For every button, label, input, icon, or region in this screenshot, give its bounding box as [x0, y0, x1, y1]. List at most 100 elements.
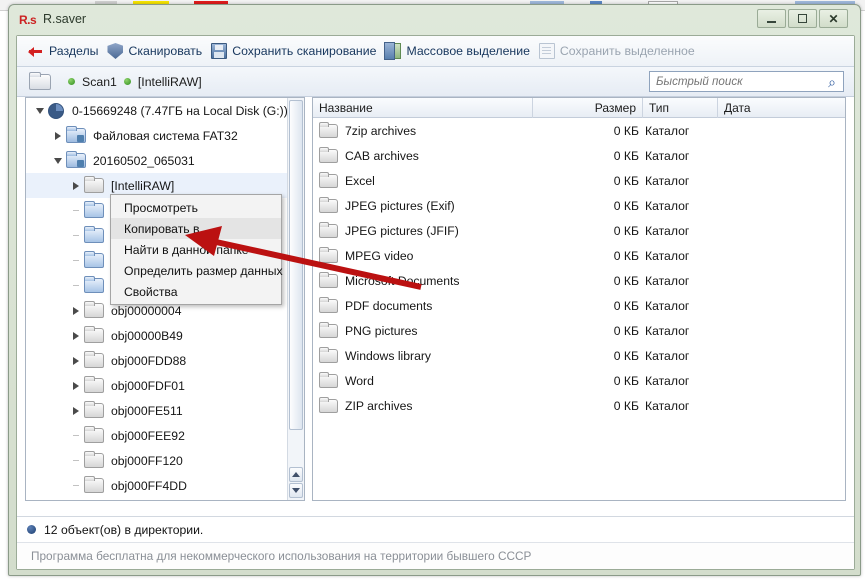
table-row[interactable]: CAB archives0 КБКаталог: [313, 143, 845, 168]
table-row[interactable]: Excel0 КБКаталог: [313, 168, 845, 193]
toolbar-button-0[interactable]: Разделы: [26, 39, 105, 63]
main-toolbar: Разделы СканироватьСохранить сканирование…: [17, 36, 854, 67]
tree-scrollbar-thumb[interactable]: [289, 100, 303, 430]
search-icon[interactable]: ⌕: [821, 75, 843, 89]
cell-size: 0 КБ: [533, 349, 643, 363]
breadcrumb-item-0[interactable]: Scan1: [82, 75, 117, 89]
tree-item[interactable]: obj000FEE92: [26, 423, 288, 448]
context-menu[interactable]: ПросмотретьКопировать в...Найти в данной…: [110, 194, 282, 305]
table-row[interactable]: Word0 КБКаталог: [313, 368, 845, 393]
tree-item-label: obj000FDD88: [111, 354, 186, 368]
status-indicator-icon: [27, 525, 36, 534]
breadcrumb-item-1[interactable]: [IntelliRAW]: [138, 75, 202, 89]
cell-name: Excel: [313, 174, 533, 188]
toolbar-button-label: Разделы: [49, 44, 98, 58]
table-row[interactable]: ZIP archives0 КБКаталог: [313, 393, 845, 418]
file-name: MPEG video: [345, 249, 413, 263]
chevron-down-icon[interactable]: [32, 98, 48, 123]
toolbar-button-3[interactable]: Массовое выделение: [383, 39, 536, 63]
footer-bar: Программа бесплатна для некоммерческого …: [17, 542, 854, 569]
tree-leaf-marker: [68, 248, 84, 273]
tree-item[interactable]: obj00000B49: [26, 323, 288, 348]
window-title: R.saver: [43, 12, 86, 26]
cell-type: Каталог: [643, 149, 718, 163]
tree-item-label: 20160502_065031: [93, 154, 195, 168]
column-header-date[interactable]: Дата: [718, 98, 843, 118]
chevron-right-icon[interactable]: [68, 398, 84, 423]
chevron-right-icon[interactable]: [68, 373, 84, 398]
chevron-up-icon: [292, 472, 300, 477]
tree-item[interactable]: obj000FF4DD: [26, 473, 288, 498]
app-logo: R.s: [19, 13, 36, 27]
tree-item[interactable]: 20160502_065031: [26, 148, 288, 173]
tree-item[interactable]: obj000FDF01: [26, 373, 288, 398]
breadcrumb-separator-dot: [124, 78, 131, 85]
footer-text: Программа бесплатна для некоммерческого …: [31, 549, 531, 563]
folder-icon: [84, 328, 104, 343]
cell-name: CAB archives: [313, 149, 533, 163]
tree-item[interactable]: 0-15669248 (7.47ГБ на Local Disk (G:)): [26, 98, 288, 123]
table-row[interactable]: JPEG pictures (JFIF)0 КБКаталог: [313, 218, 845, 243]
tree-item[interactable]: patriotbook: [26, 498, 288, 501]
column-header-type[interactable]: Тип: [643, 98, 718, 118]
disk-icon: [48, 103, 64, 119]
file-name: PNG pictures: [345, 324, 417, 338]
chevron-right-icon[interactable]: [68, 298, 84, 323]
status-text: 12 объект(ов) в директории.: [44, 523, 203, 537]
chevron-down-icon[interactable]: [50, 148, 66, 173]
cell-name: Word: [313, 374, 533, 388]
table-row[interactable]: PDF documents0 КБКаталог: [313, 293, 845, 318]
cell-name: PNG pictures: [313, 324, 533, 338]
cell-type: Каталог: [643, 249, 718, 263]
scroll-down-button[interactable]: [289, 483, 303, 498]
cell-name: Windows library: [313, 349, 533, 363]
toolbar-button-4: Сохранить выделенное: [537, 39, 702, 63]
search-box[interactable]: ⌕: [649, 71, 844, 92]
tree-scrollbar[interactable]: [287, 98, 304, 500]
table-row[interactable]: MPEG video0 КБКаталог: [313, 243, 845, 268]
context-menu-item-1[interactable]: Копировать в...: [111, 218, 281, 239]
tree-item[interactable]: Файловая система FAT32: [26, 123, 288, 148]
folder-icon: [84, 253, 104, 268]
file-list-pane[interactable]: Название Размер Тип Дата 7zip archives0 …: [312, 97, 846, 501]
folder-icon: [319, 174, 338, 188]
toolbar-button-2[interactable]: Сохранить сканирование: [209, 39, 383, 63]
cell-size: 0 КБ: [533, 374, 643, 388]
minimize-button[interactable]: [757, 9, 786, 28]
maximize-button[interactable]: [788, 9, 817, 28]
context-menu-item-4[interactable]: Свойства: [111, 281, 281, 302]
folder-icon: [84, 228, 104, 243]
cell-type: Каталог: [643, 399, 718, 413]
cell-size: 0 КБ: [533, 324, 643, 338]
table-row[interactable]: JPEG pictures (Exif)0 КБКаталог: [313, 193, 845, 218]
cell-size: 0 КБ: [533, 274, 643, 288]
file-name: JPEG pictures (JFIF): [345, 224, 459, 238]
file-name: ZIP archives: [345, 399, 413, 413]
tree-item[interactable]: obj000FE511: [26, 398, 288, 423]
toolbar-button-1[interactable]: Сканировать: [105, 39, 209, 63]
context-menu-item-2[interactable]: Найти в данной папке: [111, 239, 281, 260]
folder-icon: [319, 124, 338, 138]
column-header-name[interactable]: Название: [313, 98, 533, 118]
tree-item-label: obj000FE511: [111, 404, 183, 418]
tree-item[interactable]: obj000FDD88: [26, 348, 288, 373]
chevron-right-icon[interactable]: [68, 348, 84, 373]
tree-item[interactable]: obj000FF120: [26, 448, 288, 473]
context-menu-item-0[interactable]: Просмотреть: [111, 197, 281, 218]
table-row[interactable]: PNG pictures0 КБКаталог: [313, 318, 845, 343]
search-input[interactable]: [650, 72, 821, 91]
chevron-right-icon[interactable]: [50, 123, 66, 148]
table-row[interactable]: 7zip archives0 КБКаталог: [313, 118, 845, 143]
folder-icon: [319, 224, 338, 238]
chevron-right-icon[interactable]: [68, 323, 84, 348]
folder-icon: [84, 478, 104, 493]
chevron-right-icon[interactable]: [68, 173, 84, 198]
tree-item-label: obj000FF4DD: [111, 479, 187, 493]
folder-icon: [319, 149, 338, 163]
table-row[interactable]: Microsoft Documents0 КБКаталог: [313, 268, 845, 293]
scroll-up-button[interactable]: [289, 467, 303, 482]
close-button[interactable]: ✕: [819, 9, 848, 28]
table-row[interactable]: Windows library0 КБКаталог: [313, 343, 845, 368]
context-menu-item-3[interactable]: Определить размер данных: [111, 260, 281, 281]
column-header-size[interactable]: Размер: [533, 98, 643, 118]
